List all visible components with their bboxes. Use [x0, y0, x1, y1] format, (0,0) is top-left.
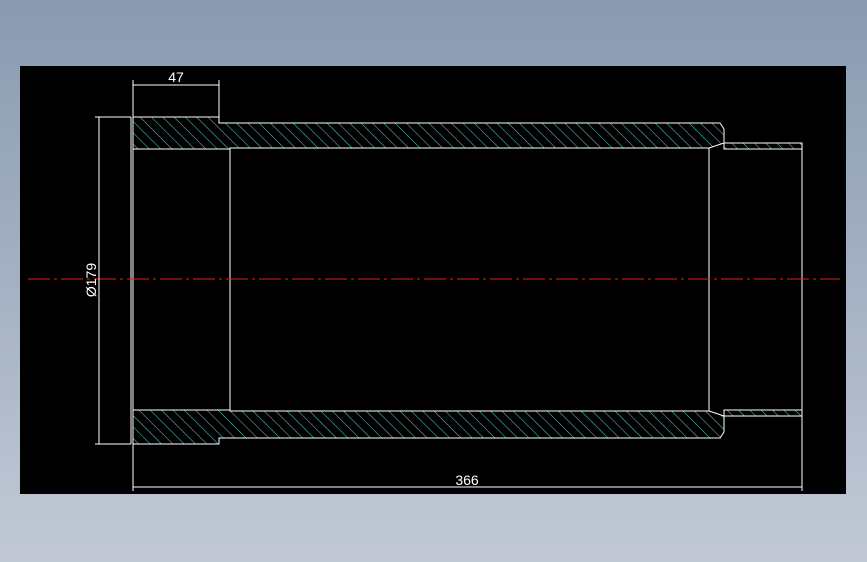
top-neck-section — [723, 142, 803, 150]
cad-drawing: 47 Ø179 366 — [28, 69, 840, 491]
bottom-neck-section — [723, 409, 803, 417]
bottom-wall-section — [132, 409, 725, 445]
dim-366-text: 366 — [455, 472, 479, 488]
dim-47-text: 47 — [168, 69, 184, 85]
top-wall-section — [132, 116, 725, 150]
dim-dia-text: Ø179 — [83, 263, 99, 297]
